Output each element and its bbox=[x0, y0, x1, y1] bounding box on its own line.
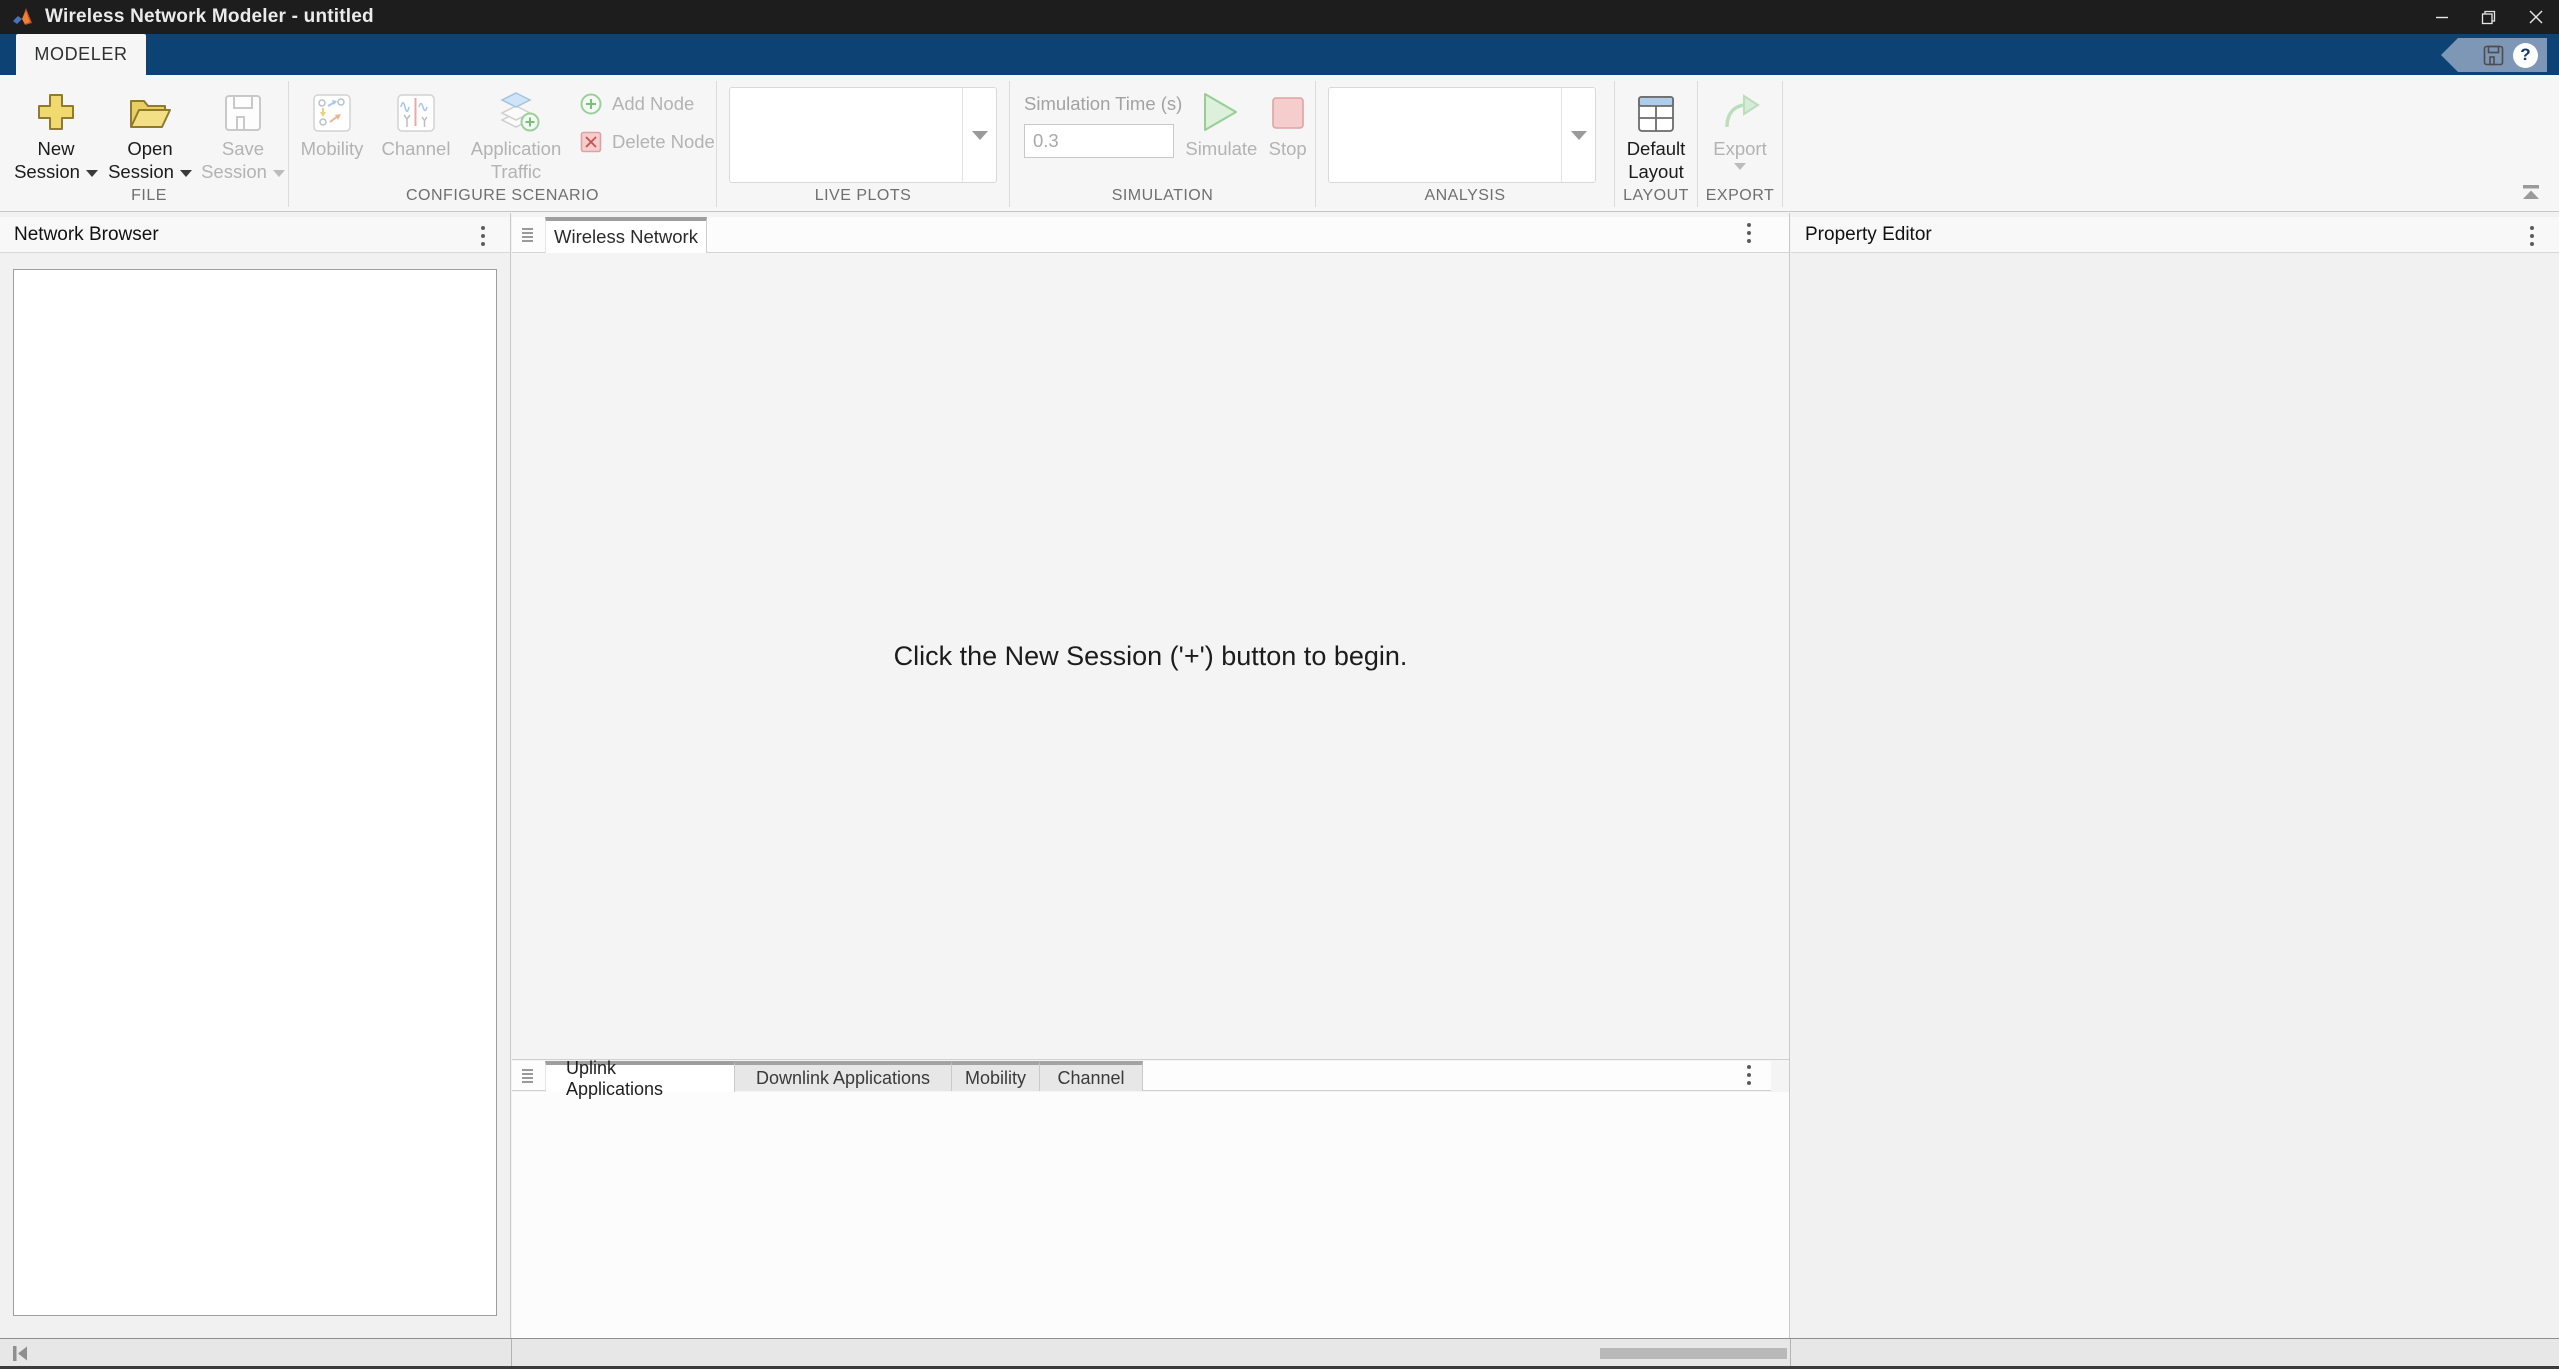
network-browser-header: Network Browser bbox=[0, 217, 510, 253]
mobility-button[interactable]: Mobility bbox=[289, 81, 375, 160]
ribbon-tab-strip: MODELER ? bbox=[0, 34, 2559, 75]
application-traffic-icon bbox=[492, 81, 540, 137]
main-area: Network Browser Wireless Network bbox=[0, 213, 2559, 1338]
tab-modeler[interactable]: MODELER bbox=[16, 34, 146, 75]
network-browser-list[interactable] bbox=[13, 269, 497, 1316]
stop-icon bbox=[1270, 81, 1306, 137]
section-label-export: EXPORT bbox=[1698, 187, 1782, 211]
collapse-ribbon-button[interactable] bbox=[2519, 184, 2543, 201]
export-dropdown-icon bbox=[1734, 163, 1746, 170]
section-simulation: Simulation Time (s) Simulate Stop bbox=[1010, 75, 1315, 211]
kebab-icon bbox=[1746, 1063, 1752, 1087]
section-label-live-plots: LIVE PLOTS bbox=[717, 187, 1009, 211]
channel-button[interactable]: Channel bbox=[375, 81, 457, 160]
section-label-analysis: ANALYSIS bbox=[1316, 187, 1614, 211]
section-file: New Session Open Session bbox=[10, 75, 288, 211]
network-browser-panel: Network Browser bbox=[0, 213, 511, 1338]
section-live-plots: LIVE PLOTS bbox=[717, 75, 1009, 211]
add-node-icon bbox=[579, 92, 603, 116]
save-session-button[interactable]: Save Session bbox=[198, 81, 288, 183]
section-layout: Default Layout LAYOUT bbox=[1615, 75, 1697, 211]
kebab-icon bbox=[480, 224, 486, 248]
default-layout-icon bbox=[1637, 81, 1675, 137]
new-session-button[interactable]: New Session bbox=[10, 81, 102, 183]
help-button[interactable]: ? bbox=[2513, 43, 2538, 68]
section-analysis: ANALYSIS bbox=[1316, 75, 1614, 211]
add-node-button[interactable]: Add Node bbox=[579, 89, 715, 119]
open-session-icon bbox=[127, 81, 173, 137]
tab-downlink-applications[interactable]: Downlink Applications bbox=[735, 1061, 952, 1091]
tab-mobility[interactable]: Mobility bbox=[952, 1061, 1040, 1091]
analysis-gallery bbox=[1328, 87, 1596, 183]
analysis-gallery-dropdown[interactable] bbox=[1561, 88, 1595, 182]
simulate-play-icon bbox=[1202, 81, 1240, 137]
network-canvas[interactable]: Click the New Session ('+') button to be… bbox=[512, 253, 1789, 1060]
minimize-button[interactable] bbox=[2418, 0, 2465, 34]
property-editor-title: Property Editor bbox=[1805, 224, 1932, 246]
horizontal-scrollbar-thumb[interactable] bbox=[1600, 1348, 1787, 1359]
property-editor-menu-button[interactable] bbox=[2521, 224, 2543, 248]
simulation-time-label: Simulation Time (s) bbox=[1024, 93, 1182, 115]
new-session-dropdown-icon bbox=[86, 170, 98, 177]
section-label-simulation: SIMULATION bbox=[1010, 187, 1315, 211]
collapse-left-panel-button[interactable] bbox=[10, 1344, 30, 1368]
application-traffic-button[interactable]: Application Traffic bbox=[457, 81, 575, 183]
document-tab-strip: Wireless Network bbox=[512, 217, 1789, 253]
section-label-layout: LAYOUT bbox=[1615, 187, 1697, 211]
export-icon bbox=[1719, 81, 1761, 137]
live-plots-gallery bbox=[729, 87, 997, 183]
mobility-icon bbox=[312, 81, 352, 137]
tab-channel[interactable]: Channel bbox=[1040, 1061, 1143, 1091]
tab-uplink-applications[interactable]: Uplink Applications bbox=[545, 1061, 735, 1092]
open-session-dropdown-icon bbox=[180, 170, 192, 177]
default-layout-button[interactable]: Default Layout bbox=[1616, 81, 1696, 183]
delete-node-button[interactable]: Delete Node bbox=[579, 127, 715, 157]
property-editor-panel: Property Editor bbox=[1791, 213, 2559, 1338]
save-session-dropdown-icon bbox=[273, 170, 285, 177]
property-editor-header: Property Editor bbox=[1791, 217, 2559, 253]
export-button[interactable]: Export bbox=[1700, 81, 1780, 170]
status-divider bbox=[1790, 1339, 1791, 1366]
window-title: Wireless Network Modeler - untitled bbox=[45, 6, 374, 28]
open-session-button[interactable]: Open Session bbox=[102, 81, 198, 183]
kebab-icon bbox=[1746, 221, 1752, 245]
chevron-down-icon bbox=[972, 131, 988, 140]
live-plots-gallery-dropdown[interactable] bbox=[962, 88, 996, 182]
chevron-down-icon bbox=[1571, 131, 1587, 140]
quick-save-icon[interactable] bbox=[2483, 45, 2504, 66]
ribbon-toolbar: New Session Open Session bbox=[0, 75, 2559, 212]
section-label-configure-scenario: CONFIGURE SCENARIO bbox=[289, 187, 716, 211]
network-browser-menu-button[interactable] bbox=[472, 224, 494, 248]
delete-node-icon bbox=[579, 130, 603, 154]
simulation-time-input[interactable] bbox=[1024, 124, 1174, 158]
empty-session-message: Click the New Session ('+') button to be… bbox=[894, 641, 1408, 672]
canvas-panel: Wireless Network Click the New Session (… bbox=[512, 213, 1790, 1338]
drag-grip-icon[interactable] bbox=[521, 226, 535, 249]
drag-grip-icon[interactable] bbox=[521, 1067, 535, 1090]
tab-wireless-network[interactable]: Wireless Network bbox=[545, 217, 707, 253]
simulate-button[interactable]: Simulate bbox=[1182, 81, 1260, 160]
status-bar bbox=[0, 1338, 2559, 1369]
new-session-icon bbox=[35, 81, 77, 137]
matlab-logo-icon bbox=[12, 7, 34, 27]
status-divider bbox=[511, 1339, 512, 1366]
bottom-panel-menu-button[interactable] bbox=[1738, 1063, 1760, 1087]
kebab-icon bbox=[2529, 224, 2535, 248]
canvas-menu-button[interactable] bbox=[1738, 221, 1760, 245]
maximize-button[interactable] bbox=[2465, 0, 2512, 34]
uplink-applications-content[interactable] bbox=[512, 1092, 1789, 1338]
close-button[interactable] bbox=[2512, 0, 2559, 34]
title-bar: Wireless Network Modeler - untitled bbox=[0, 0, 2559, 34]
bottom-tab-strip: Uplink Applications Downlink Application… bbox=[512, 1061, 1771, 1091]
quick-access-toolbar: ? bbox=[2441, 38, 2547, 72]
save-session-icon bbox=[223, 81, 263, 137]
section-label-file: FILE bbox=[10, 187, 288, 211]
network-browser-title: Network Browser bbox=[14, 224, 159, 246]
section-export: Export EXPORT bbox=[1698, 75, 1782, 211]
channel-icon bbox=[396, 81, 436, 137]
stop-button[interactable]: Stop bbox=[1260, 81, 1315, 160]
section-configure-scenario: Mobility Channel bbox=[289, 75, 716, 211]
